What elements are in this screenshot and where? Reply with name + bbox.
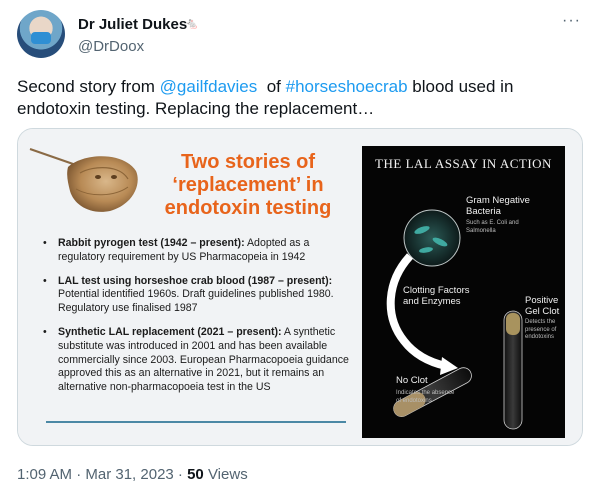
slide: Two stories of ‘replacement’ in endotoxi… xyxy=(18,129,582,445)
tweet-meta: 1:09 AM · Mar 31, 2023 · 50 Views xyxy=(17,466,248,483)
views-label: Views xyxy=(203,466,248,483)
avatar[interactable] xyxy=(17,10,65,58)
bullet-text: Potential identified 1960s. Draft guidel… xyxy=(58,288,334,315)
mention-link[interactable]: @gailfdavies xyxy=(160,77,258,96)
tweet-text-part: Second story from xyxy=(17,77,160,96)
slide-title: Two stories of ‘replacement’ in endotoxi… xyxy=(164,151,332,219)
slide-divider xyxy=(46,421,346,423)
views-count: 50 xyxy=(187,466,204,483)
slide-bullet: Rabbit pyrogen test (1942 – present): Ad… xyxy=(40,237,358,265)
gram-negative-examples: Such as E. Coli and Salmonella xyxy=(466,220,519,234)
avatar-mask xyxy=(31,32,51,44)
lal-assay-panel: THE LAL ASSAY IN ACTION Gram Negative Ba… xyxy=(362,146,565,438)
hashtag-link[interactable]: #horseshoecrab xyxy=(286,77,408,96)
no-clot-note: Indicates the absence of endotoxins xyxy=(396,390,455,404)
clotting-factors-label: Clotting Factors and Enzymes xyxy=(403,285,470,307)
horseshoe-crab-image xyxy=(29,148,138,212)
positive-gel-clot-note: Detects the presence of endotoxins xyxy=(525,319,557,340)
bullet-heading: Synthetic LAL replacement (2021 – presen… xyxy=(58,325,282,338)
mouse-icon: 🐁 xyxy=(185,18,199,30)
bullet-heading: Rabbit pyrogen test (1942 – present): xyxy=(58,237,245,249)
bullet-heading: LAL test using horseshoe crab blood (198… xyxy=(58,274,333,287)
slide-bullet-list: Rabbit pyrogen test (1942 – present): Ad… xyxy=(40,237,358,405)
no-clot-label: No Clot xyxy=(396,375,428,386)
more-options-icon[interactable]: ··· xyxy=(562,12,581,30)
timestamp[interactable]: 1:09 AM · Mar 31, 2023 · xyxy=(17,466,187,483)
author-name[interactable]: Dr Juliet Dukes xyxy=(78,16,187,33)
slide-bullet: Synthetic LAL replacement (2021 – presen… xyxy=(40,326,358,395)
slide-bullet: LAL test using horseshoe crab blood (198… xyxy=(40,275,358,316)
author-handle[interactable]: @DrDoox xyxy=(78,38,144,55)
tweet-media-image[interactable]: Two stories of ‘replacement’ in endotoxi… xyxy=(17,128,583,446)
tweet-text: Second story from @gailfdavies of #horse… xyxy=(17,76,577,120)
positive-gel-clot-label: Positive Gel Clot xyxy=(525,295,560,317)
lal-panel-title: THE LAL ASSAY IN ACTION xyxy=(375,156,552,171)
gram-negative-label: Gram Negative Bacteria xyxy=(466,195,530,217)
tweet-text-part: of xyxy=(257,77,286,96)
